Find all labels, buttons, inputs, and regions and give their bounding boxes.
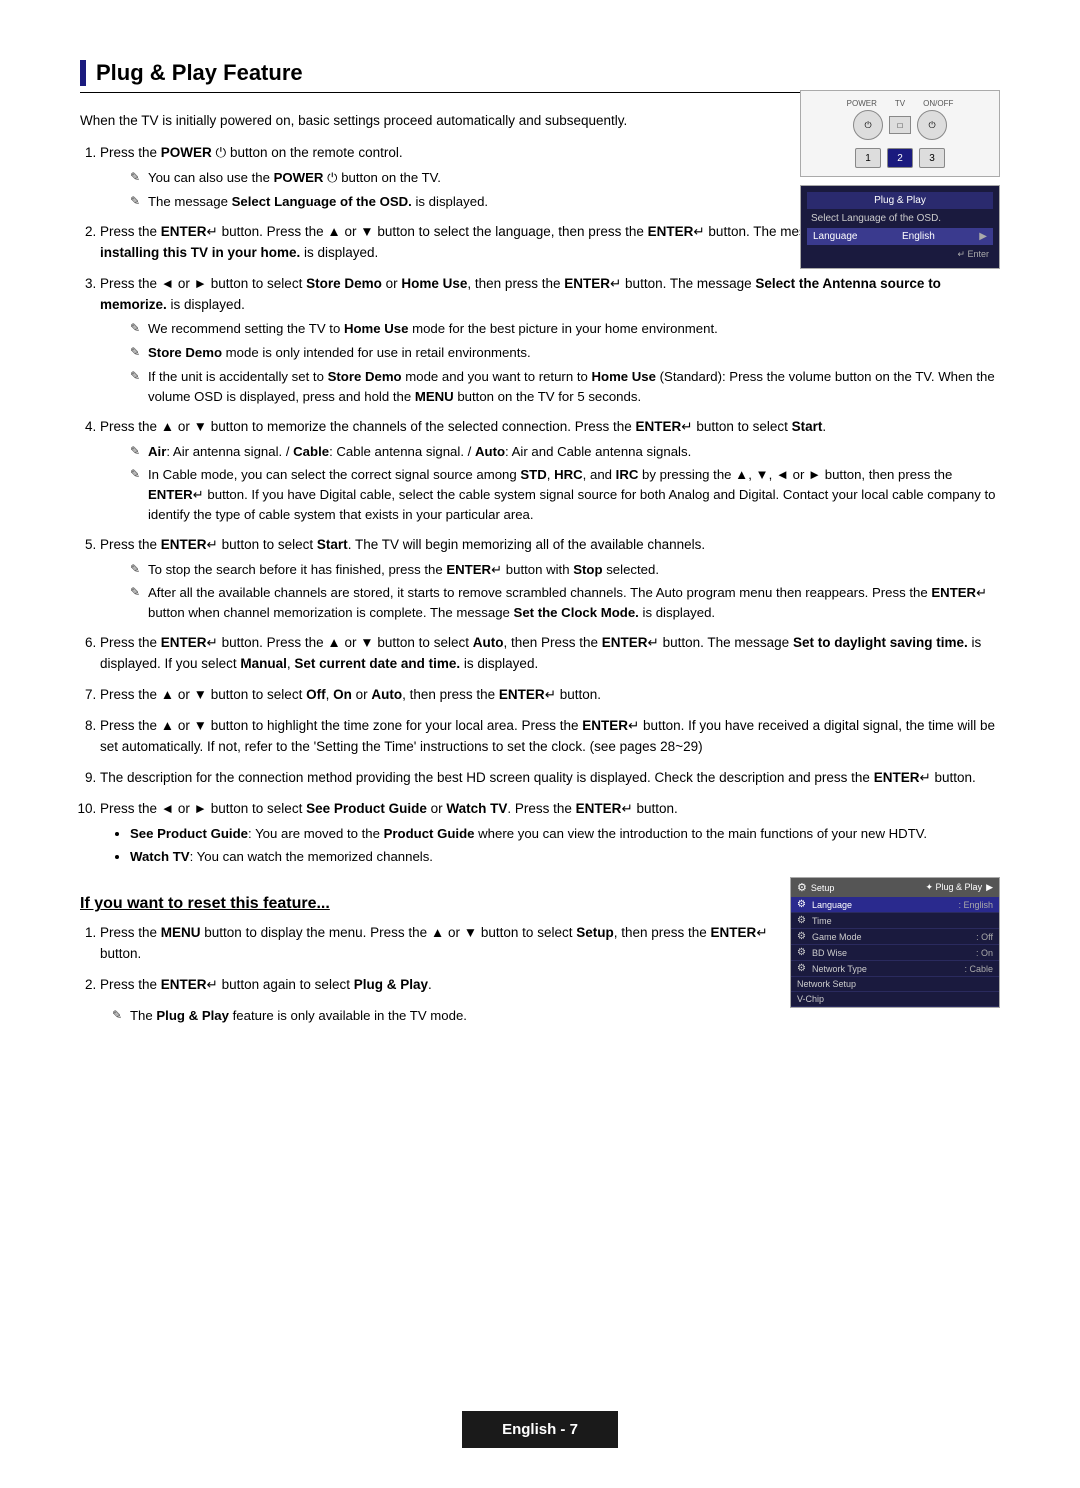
step-1-sub-1: You can also use the POWER ⏻ button on t… [130, 168, 1000, 188]
step-4: Press the ▲ or ▼ button to memorize the … [100, 417, 1000, 525]
osd-enter-hint: ↵ Enter [807, 247, 993, 262]
num-3-button: 3 [919, 148, 945, 168]
bdwise-row-label: BD Wise [812, 948, 970, 958]
language-icon: ⚙ [797, 899, 806, 910]
remote-diagram: POWER TV ON/OFF ⏻ □ ⏻ 1 2 3 [800, 90, 1000, 177]
osd-language-label: Language [813, 231, 858, 242]
gamemode-icon: ⚙ [797, 931, 806, 942]
time-icon: ⚙ [797, 915, 806, 926]
step-10-bullet-2: Watch TV: You can watch the memorized ch… [130, 847, 1000, 867]
setup-top-bar: ⚙ Setup ✦ Plug & Play ▶ [791, 878, 999, 897]
reset-note: The Plug & Play feature is only availabl… [112, 1006, 770, 1026]
power-button: ⏻ [853, 110, 883, 140]
setup-diagram: ⚙ Setup ✦ Plug & Play ▶ ⚙ Language : Eng… [790, 877, 1000, 1036]
step-3-sub-3: If the unit is accidentally set to Store… [130, 367, 1000, 407]
page-title: Plug & Play Feature [96, 60, 303, 86]
step-8: Press the ▲ or ▼ button to highlight the… [100, 716, 1000, 758]
step-9: The description for the connection metho… [100, 768, 1000, 789]
setup-row-bdwise: ⚙ BD Wise : On [791, 945, 999, 961]
step-4-sub-1: Air: Air antenna signal. / Cable: Cable … [130, 442, 1000, 462]
step-4-subs: Air: Air antenna signal. / Cable: Cable … [100, 442, 1000, 525]
gamemode-row-label: Game Mode [812, 932, 970, 942]
step-5-subs: To stop the search before it has finishe… [100, 560, 1000, 623]
num-2-button: 2 [887, 148, 913, 168]
step-3-sub-1: We recommend setting the TV to Home Use … [130, 319, 1000, 339]
step-10-bullets: See Product Guide: You are moved to the … [100, 824, 1000, 868]
setup-row-networksetup: Network Setup [791, 977, 999, 992]
vchip-row-label: V-Chip [797, 994, 993, 1004]
reset-title: If you want to reset this feature... [80, 895, 770, 913]
networktype-row-value: : Cable [964, 964, 993, 974]
reset-content: If you want to reset this feature... Pre… [80, 877, 770, 1036]
onoff-label: ON/OFF [923, 99, 953, 108]
osd-subtitle: Select Language of the OSD. [807, 213, 993, 224]
step-4-sub-2: In Cable mode, you can select the correc… [130, 465, 1000, 524]
networktype-icon: ⚙ [797, 963, 806, 974]
osd-language-value: English [902, 231, 935, 242]
remote-label-row: POWER TV ON/OFF [847, 99, 954, 108]
page: Plug & Play Feature POWER TV ON/OFF ⏻ □ … [0, 0, 1080, 1488]
setup-bar-label: Setup [811, 883, 835, 893]
setup-screen: ⚙ Setup ✦ Plug & Play ▶ ⚙ Language : Eng… [790, 877, 1000, 1008]
setup-icon: ⚙ [797, 881, 807, 894]
setup-row-vchip: V-Chip [791, 992, 999, 1007]
num-1-button: 1 [855, 148, 881, 168]
osd-arrow-icon: ▶ [979, 231, 987, 242]
step-3-sub-2: Store Demo mode is only intended for use… [130, 343, 1000, 363]
language-row-label: Language [812, 900, 953, 910]
bdwise-icon: ⚙ [797, 947, 806, 958]
remote-button-row: ⏻ □ ⏻ [853, 110, 947, 140]
networktype-row-label: Network Type [812, 964, 959, 974]
step-5: Press the ENTER↵ button to select Start.… [100, 535, 1000, 623]
plug-play-label: ✦ Plug & Play [926, 882, 983, 893]
step-5-sub-1: To stop the search before it has finishe… [130, 560, 1000, 580]
onoff-button: ⏻ [917, 110, 947, 140]
step-3: Press the ◄ or ► button to select Store … [100, 274, 1000, 407]
step-6: Press the ENTER↵ button. Press the ▲ or … [100, 633, 1000, 675]
bdwise-row-value: : On [976, 948, 993, 958]
step-5-sub-2: After all the available channels are sto… [130, 583, 1000, 623]
gamemode-row-value: : Off [976, 932, 993, 942]
setup-row-language: ⚙ Language : English [791, 897, 999, 913]
setup-row-networktype: ⚙ Network Type : Cable [791, 961, 999, 977]
reset-steps: Press the MENU button to display the men… [80, 923, 770, 1026]
setup-arrow-icon: ▶ [986, 882, 993, 893]
step-7: Press the ▲ or ▼ button to select Off, O… [100, 685, 1000, 706]
setup-row-time: ⚙ Time [791, 913, 999, 929]
footer-label: English - 7 [462, 1411, 618, 1448]
reset-step-1: Press the MENU button to display the men… [100, 923, 770, 965]
page-footer: English - 7 [0, 1411, 1080, 1448]
title-bar-accent [80, 60, 86, 86]
step-10-bullet-1: See Product Guide: You are moved to the … [130, 824, 1000, 844]
time-row-label: Time [812, 916, 987, 926]
osd-language-row: Language English ▶ [807, 228, 993, 245]
setup-row-gamemode: ⚙ Game Mode : Off [791, 929, 999, 945]
networksetup-row-label: Network Setup [797, 979, 993, 989]
power-label: POWER [847, 99, 877, 108]
language-row-value: : English [958, 900, 993, 910]
reset-section: If you want to reset this feature... Pre… [80, 877, 1000, 1036]
section-header: Plug & Play Feature [80, 60, 1000, 93]
step-3-subs: We recommend setting the TV to Home Use … [100, 319, 1000, 406]
reset-step-2: Press the ENTER↵ button again to select … [100, 975, 770, 996]
number-buttons: 1 2 3 [855, 148, 945, 168]
reset-step-3: The Plug & Play feature is only availabl… [82, 1006, 770, 1026]
step-1-sub-2: The message Select Language of the OSD. … [130, 192, 1000, 212]
tv-label: TV [895, 99, 905, 108]
step-10: Press the ◄ or ► button to select See Pr… [100, 799, 1000, 868]
tv-button: □ [889, 116, 911, 134]
